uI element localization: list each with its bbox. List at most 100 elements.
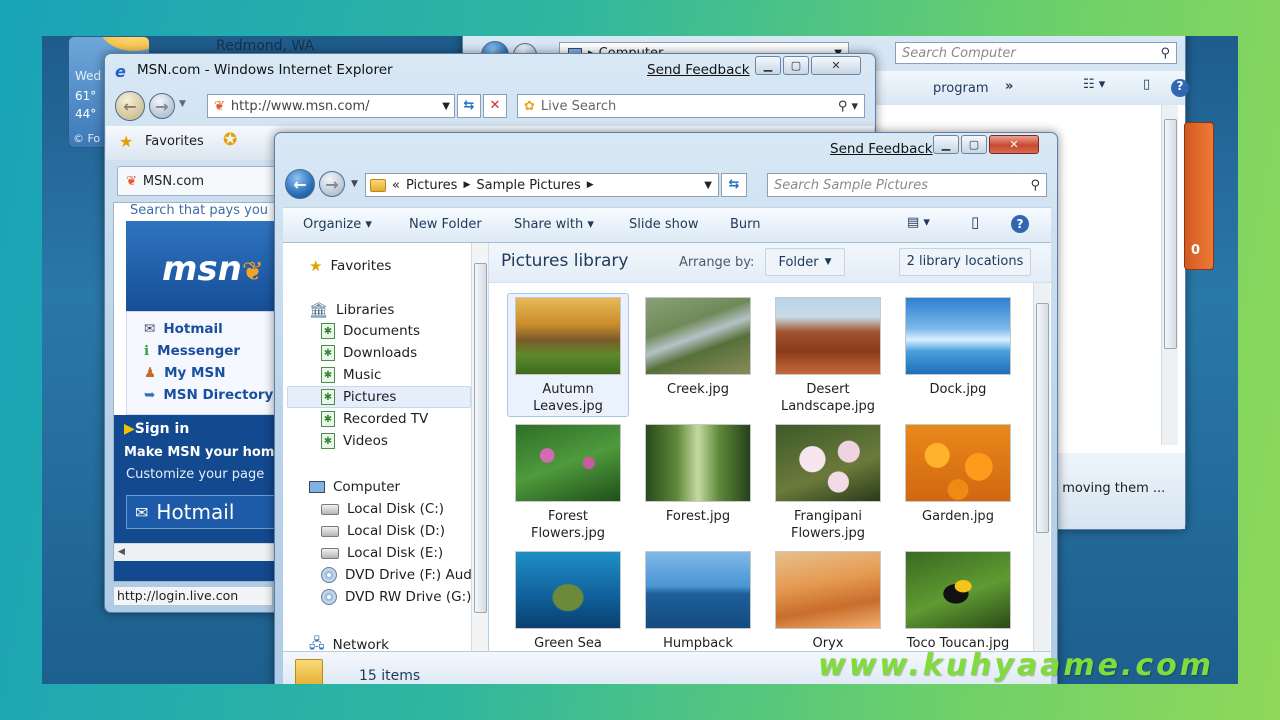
hotmail-big-button[interactable]: ✉ Hotmail <box>126 495 286 529</box>
close-button[interactable]: ✕ <box>989 135 1039 154</box>
share-with-button[interactable]: Share with ▾ <box>514 217 594 232</box>
msn-butterfly-icon: ❦ <box>214 98 225 114</box>
forward-arrow-icon[interactable]: → <box>149 93 175 119</box>
help-icon[interactable]: ? <box>1171 79 1189 97</box>
refresh-icon[interactable]: ⇆ <box>457 94 481 118</box>
red-gadget[interactable]: 0 <box>1184 122 1214 270</box>
mail-icon: ✉ <box>135 502 149 522</box>
close-button[interactable]: ✕ <box>811 56 861 75</box>
sidebar-item-pictures[interactable]: ✱ Pictures <box>321 389 396 405</box>
ie-page-banner[interactable]: Search that pays you <box>130 203 268 218</box>
stop-icon[interactable]: ✕ <box>483 94 507 118</box>
file-item[interactable]: Oryx <box>767 551 889 652</box>
back-arrow-icon[interactable]: ← <box>115 91 145 121</box>
file-item[interactable]: Autumn Leaves.jpg <box>507 297 629 415</box>
views-icon[interactable]: ☷ ▾ <box>1083 77 1105 92</box>
breadcrumb-sample-pictures[interactable]: Sample Pictures <box>476 178 580 193</box>
sidebar-item-documents[interactable]: ✱ Documents <box>321 323 420 339</box>
customize-page-link[interactable]: Customize your page <box>126 467 264 482</box>
sidebar-drive-g[interactable]: DVD RW Drive (G:) A <box>321 589 485 605</box>
explorer-address-bar[interactable]: « Pictures ▶ Sample Pictures ▶ ▼ <box>365 173 719 197</box>
sidebar-drive-f[interactable]: DVD Drive (F:) Audio <box>321 567 484 583</box>
breadcrumb-separator-icon[interactable]: ▶ <box>463 180 470 190</box>
make-msn-home-link[interactable]: Make MSN your hom <box>124 445 274 460</box>
breadcrumb-overflow[interactable]: « <box>392 178 400 193</box>
msn-link-my-msn[interactable]: ♟ My MSN <box>144 365 226 381</box>
file-item[interactable]: Desert Landscape.jpg <box>767 297 889 415</box>
file-item[interactable]: Forest Flowers.jpg <box>507 424 629 542</box>
organize-button[interactable]: Organize ▾ <box>303 217 372 232</box>
back-arrow-icon[interactable]: ← <box>285 169 315 199</box>
sidebar-drive-e[interactable]: Local Disk (E:) <box>321 545 443 561</box>
file-item[interactable]: Toco Toucan.jpg <box>897 551 1019 652</box>
sidebar-libraries[interactable]: 🏛 Libraries <box>309 301 394 319</box>
minimize-button[interactable]: ▁ <box>755 56 781 75</box>
libraries-icon: 🏛 <box>309 301 329 319</box>
ie-logo-icon: e <box>115 62 126 81</box>
breadcrumb-pictures[interactable]: Pictures <box>406 178 457 193</box>
preview-pane-icon[interactable]: ▯ <box>1143 77 1150 92</box>
msn-link-messenger[interactable]: ℹ Messenger <box>144 343 240 359</box>
file-item[interactable]: Frangipani Flowers.jpg <box>767 424 889 542</box>
content-scrollbar[interactable] <box>1033 283 1050 684</box>
library-locations-button[interactable]: 2 library locations <box>899 248 1031 276</box>
file-item[interactable]: Humpback <box>637 551 759 652</box>
slide-show-button[interactable]: Slide show <box>629 217 698 232</box>
file-item[interactable]: Forest.jpg <box>637 424 759 525</box>
sidebar-drive-d[interactable]: Local Disk (D:) <box>321 523 445 539</box>
maximize-button[interactable]: ▢ <box>783 56 809 75</box>
library-icon: ✱ <box>321 323 335 339</box>
file-item[interactable]: Dock.jpg <box>897 297 1019 398</box>
refresh-icon[interactable]: ⇆ <box>721 173 747 197</box>
more-chevron-icon[interactable]: » <box>1005 79 1013 94</box>
explorer-send-feedback[interactable]: Send Feedback <box>830 141 933 157</box>
ie-favorites-button[interactable]: Favorites <box>145 134 204 149</box>
sidebar-item-videos[interactable]: ✱ Videos <box>321 433 388 449</box>
minimize-button[interactable]: ▁ <box>933 135 959 154</box>
mail-icon: ✉ <box>144 321 156 337</box>
breadcrumb-separator-icon[interactable]: ▶ <box>587 180 594 190</box>
chevron-down-icon[interactable]: ▼ <box>704 180 712 191</box>
maximize-button[interactable]: ▢ <box>961 135 987 154</box>
sidebar-drive-c[interactable]: Local Disk (C:) <box>321 501 444 517</box>
change-view-icon[interactable]: ▤ ▾ <box>907 215 930 230</box>
explorer-search-input[interactable]: Search Sample Pictures ⚲ <box>767 173 1047 197</box>
sidebar-item-recorded-tv[interactable]: ✱ Recorded TV <box>321 411 428 427</box>
ie-address-bar[interactable]: ❦ http://www.msn.com/ ▼ <box>207 94 455 118</box>
thumbnail-forest-flowers <box>515 424 621 502</box>
sidebar-item-music[interactable]: ✱ Music <box>321 367 381 383</box>
live-search-icon: ✿ <box>524 98 535 114</box>
computer-scrollbar[interactable] <box>1161 105 1178 445</box>
help-icon[interactable]: ? <box>1011 215 1029 233</box>
arrange-by-label: Arrange by: <box>679 255 755 270</box>
forward-arrow-icon[interactable]: → <box>319 171 345 197</box>
uninstall-program-link[interactable]: program <box>933 81 989 96</box>
file-item[interactable]: Creek.jpg <box>637 297 759 398</box>
ie-send-feedback[interactable]: Send Feedback <box>647 62 750 78</box>
sidebar-favorites[interactable]: ★ Favorites <box>309 257 391 275</box>
explorer-window[interactable]: Send Feedback ▁ ▢ ✕ ← → ▼ « Pictures ▶ S… <box>274 132 1058 684</box>
search-icon[interactable]: ⚲ ▾ <box>838 99 858 114</box>
file-item[interactable]: Green Sea <box>507 551 629 652</box>
chevron-down-icon[interactable]: ▼ <box>442 101 450 112</box>
msn-link-directory[interactable]: ➥ MSN Directory <box>144 387 273 403</box>
new-folder-button[interactable]: New Folder <box>409 217 482 232</box>
preview-pane-icon[interactable]: ▯ <box>971 213 979 231</box>
file-item[interactable]: Garden.jpg <box>897 424 1019 525</box>
arrange-by-dropdown[interactable]: Folder ▼ <box>765 248 845 276</box>
ie-tab[interactable]: ❦ MSN.com <box>117 166 277 196</box>
msn-link-hotmail[interactable]: ✉ Hotmail <box>144 321 223 337</box>
sidebar-computer[interactable]: Computer <box>309 479 400 495</box>
burn-button[interactable]: Burn <box>730 217 761 232</box>
ie-search-input[interactable]: ✿ Live Search ⚲ ▾ <box>517 94 865 118</box>
sidebar-item-downloads[interactable]: ✱ Downloads <box>321 345 417 361</box>
navigation-scrollbar[interactable] <box>471 243 488 684</box>
weather-day: Wed <box>75 69 102 83</box>
explorer-history-dropdown-icon[interactable]: ▼ <box>351 179 358 189</box>
sign-in-link[interactable]: ▶Sign in <box>124 421 189 437</box>
ie-history-dropdown-icon[interactable]: ▼ <box>179 99 186 109</box>
computer-search-input[interactable]: Search Computer ⚲ <box>895 42 1177 64</box>
add-favorite-icon[interactable]: ✪ <box>223 130 237 150</box>
search-icon[interactable]: ⚲ <box>1030 178 1040 193</box>
msn-logo-panel: msn❦ <box>126 221 286 311</box>
